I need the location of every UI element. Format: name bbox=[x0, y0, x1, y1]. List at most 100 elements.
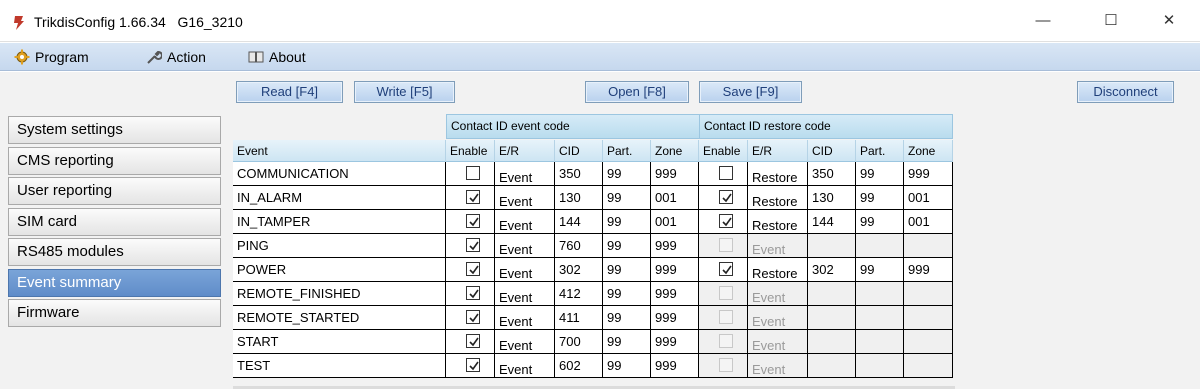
cell-restore-zone[interactable] bbox=[904, 234, 953, 258]
restore-enable-checkbox[interactable] bbox=[719, 262, 733, 276]
cell-er[interactable]: Event bbox=[495, 306, 555, 330]
table-row[interactable]: COMMUNICATION Event 350 99 999 Restore 350 99 99… bbox=[233, 162, 953, 186]
minimize-button[interactable]: — bbox=[1020, 0, 1066, 42]
cell-restore-er[interactable]: Event bbox=[748, 330, 808, 354]
cell-event[interactable]: IN_ALARM bbox=[233, 186, 446, 210]
cell-restore-cid[interactable] bbox=[808, 354, 856, 378]
cell-restore-zone[interactable]: 001 bbox=[904, 186, 953, 210]
cell-event[interactable]: COMMUNICATION bbox=[233, 162, 446, 186]
maximize-button[interactable]: ☐ bbox=[1088, 0, 1134, 42]
cell-restore-er[interactable]: Event bbox=[748, 354, 808, 378]
restore-enable-checkbox[interactable] bbox=[719, 214, 733, 228]
enable-checkbox[interactable] bbox=[466, 262, 480, 276]
cell-restore-part[interactable]: 99 bbox=[856, 210, 904, 234]
cell-restore-cid[interactable] bbox=[808, 234, 856, 258]
col-header-cid[interactable]: CID bbox=[555, 140, 603, 162]
sidebar-item-user-reporting[interactable]: User reporting bbox=[8, 177, 221, 205]
cell-restore-part[interactable]: 99 bbox=[856, 258, 904, 282]
table-row[interactable]: TEST Event 602 99 999 Event bbox=[233, 354, 953, 378]
cell-part[interactable]: 99 bbox=[603, 186, 651, 210]
menu-action[interactable]: Action bbox=[146, 47, 206, 67]
col-header-event[interactable]: Event bbox=[233, 140, 446, 162]
enable-checkbox[interactable] bbox=[466, 214, 480, 228]
menu-program[interactable]: Program bbox=[14, 47, 89, 67]
cell-cid[interactable]: 602 bbox=[555, 354, 603, 378]
restore-enable-checkbox[interactable] bbox=[719, 190, 733, 204]
col-header-enable[interactable]: Enable bbox=[446, 140, 495, 162]
cell-zone[interactable]: 999 bbox=[651, 354, 699, 378]
cell-restore-er[interactable]: Restore bbox=[748, 186, 808, 210]
cell-part[interactable]: 99 bbox=[603, 234, 651, 258]
table-row[interactable]: IN_ALARM Event 130 99 001 Restore 130 99 001 bbox=[233, 186, 953, 210]
sidebar-item-rs485-modules[interactable]: RS485 modules bbox=[8, 238, 221, 266]
table-row[interactable]: PING Event 760 99 999 Event bbox=[233, 234, 953, 258]
cell-part[interactable]: 99 bbox=[603, 210, 651, 234]
cell-cid[interactable]: 411 bbox=[555, 306, 603, 330]
cell-restore-er[interactable]: Restore bbox=[748, 258, 808, 282]
restore-enable-checkbox[interactable] bbox=[719, 166, 733, 180]
cell-er[interactable]: Event bbox=[495, 330, 555, 354]
cell-er[interactable]: Event bbox=[495, 162, 555, 186]
cell-er[interactable]: Event bbox=[495, 354, 555, 378]
cell-restore-er[interactable]: Event bbox=[748, 282, 808, 306]
table-row[interactable]: IN_TAMPER Event 144 99 001 Restore 144 99 001 bbox=[233, 210, 953, 234]
cell-restore-part[interactable] bbox=[856, 282, 904, 306]
cell-er[interactable]: Event bbox=[495, 210, 555, 234]
cell-event[interactable]: REMOTE_FINISHED bbox=[233, 282, 446, 306]
cell-restore-zone[interactable]: 999 bbox=[904, 258, 953, 282]
cell-restore-part[interactable] bbox=[856, 306, 904, 330]
enable-checkbox[interactable] bbox=[466, 310, 480, 324]
cell-restore-zone[interactable] bbox=[904, 306, 953, 330]
cell-restore-cid[interactable]: 350 bbox=[808, 162, 856, 186]
read-button[interactable]: Read [F4] bbox=[236, 81, 343, 103]
enable-checkbox[interactable] bbox=[466, 358, 480, 372]
table-row[interactable]: REMOTE_FINISHED Event 412 99 999 Event bbox=[233, 282, 953, 306]
cell-event[interactable]: TEST bbox=[233, 354, 446, 378]
cell-restore-cid[interactable] bbox=[808, 330, 856, 354]
menu-about[interactable]: About bbox=[248, 47, 306, 67]
cell-er[interactable]: Event bbox=[495, 258, 555, 282]
cell-restore-zone[interactable] bbox=[904, 354, 953, 378]
cell-restore-zone[interactable] bbox=[904, 282, 953, 306]
table-row[interactable]: POWER Event 302 99 999 Restore 302 99 999 bbox=[233, 258, 953, 282]
cell-event[interactable]: START bbox=[233, 330, 446, 354]
sidebar-item-cms-reporting[interactable]: CMS reporting bbox=[8, 147, 221, 175]
cell-cid[interactable]: 144 bbox=[555, 210, 603, 234]
cell-cid[interactable]: 302 bbox=[555, 258, 603, 282]
sidebar-item-sim-card[interactable]: SIM card bbox=[8, 208, 221, 236]
cell-part[interactable]: 99 bbox=[603, 354, 651, 378]
sidebar-item-event-summary[interactable]: Event summary bbox=[8, 269, 221, 297]
cell-part[interactable]: 99 bbox=[603, 330, 651, 354]
cell-event[interactable]: POWER bbox=[233, 258, 446, 282]
cell-restore-cid[interactable] bbox=[808, 282, 856, 306]
col-header-zone[interactable]: Zone bbox=[651, 140, 699, 162]
cell-restore-zone[interactable]: 999 bbox=[904, 162, 953, 186]
cell-restore-cid[interactable]: 302 bbox=[808, 258, 856, 282]
cell-er[interactable]: Event bbox=[495, 282, 555, 306]
write-button[interactable]: Write [F5] bbox=[354, 81, 455, 103]
cell-restore-part[interactable] bbox=[856, 330, 904, 354]
col-header-restore-zone[interactable]: Zone bbox=[904, 140, 953, 162]
cell-zone[interactable]: 999 bbox=[651, 258, 699, 282]
cell-restore-er[interactable]: Restore bbox=[748, 210, 808, 234]
col-header-restore-cid[interactable]: CID bbox=[808, 140, 856, 162]
cell-restore-part[interactable]: 99 bbox=[856, 162, 904, 186]
cell-zone[interactable]: 999 bbox=[651, 282, 699, 306]
cell-zone[interactable]: 999 bbox=[651, 162, 699, 186]
cell-restore-part[interactable]: 99 bbox=[856, 186, 904, 210]
cell-event[interactable]: REMOTE_STARTED bbox=[233, 306, 446, 330]
cell-restore-zone[interactable] bbox=[904, 330, 953, 354]
cell-restore-zone[interactable]: 001 bbox=[904, 210, 953, 234]
cell-cid[interactable]: 412 bbox=[555, 282, 603, 306]
col-header-restore-er[interactable]: E/R bbox=[748, 140, 808, 162]
cell-restore-er[interactable]: Restore bbox=[748, 162, 808, 186]
sidebar-item-firmware[interactable]: Firmware bbox=[8, 299, 221, 327]
cell-part[interactable]: 99 bbox=[603, 306, 651, 330]
cell-part[interactable]: 99 bbox=[603, 162, 651, 186]
cell-zone[interactable]: 999 bbox=[651, 330, 699, 354]
enable-checkbox[interactable] bbox=[466, 238, 480, 252]
close-button[interactable]: ✕ bbox=[1146, 0, 1192, 42]
sidebar-item-system-settings[interactable]: System settings bbox=[8, 116, 221, 144]
cell-er[interactable]: Event bbox=[495, 186, 555, 210]
table-row[interactable]: REMOTE_STARTED Event 411 99 999 Event bbox=[233, 306, 953, 330]
